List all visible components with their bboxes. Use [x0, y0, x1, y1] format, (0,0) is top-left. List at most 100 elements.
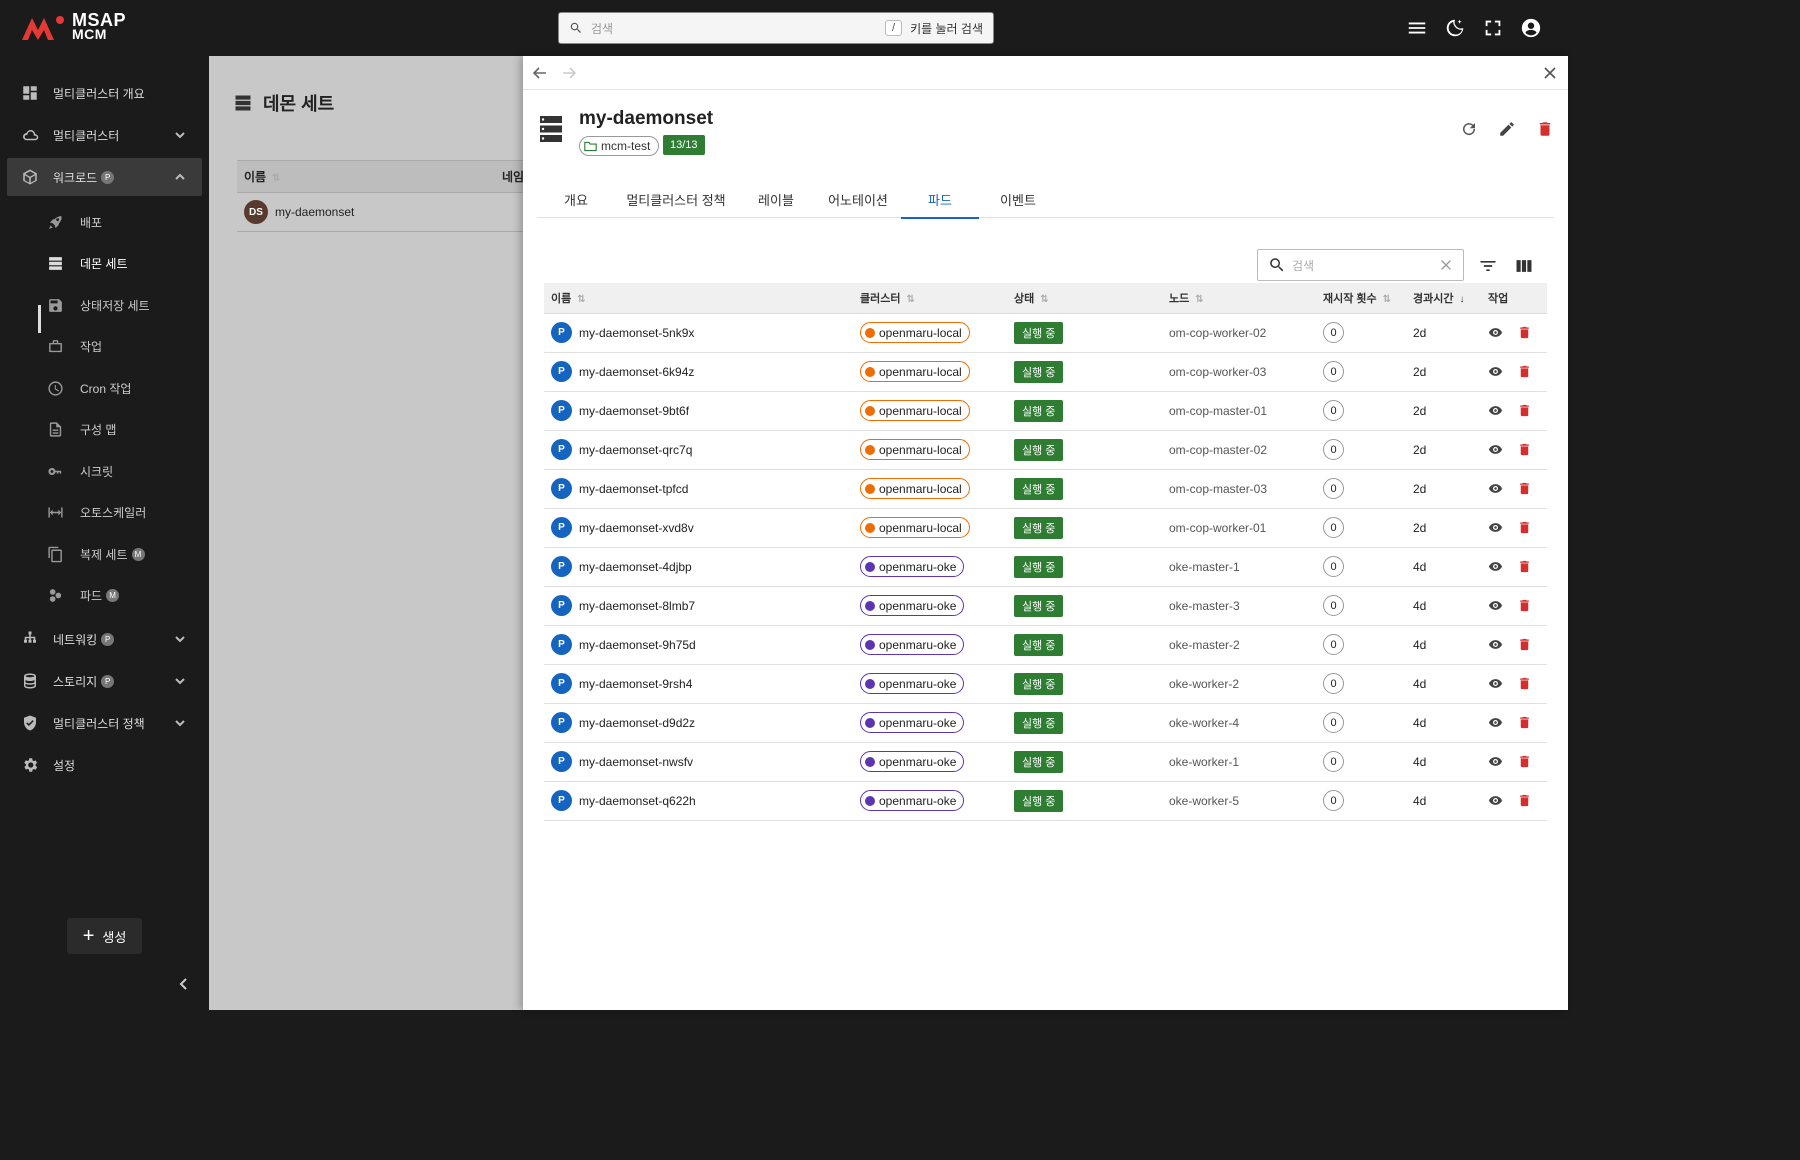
column-namespace-header[interactable]: 네임 [502, 168, 524, 185]
forward-arrow-icon[interactable] [561, 65, 577, 81]
sidebar-item-networking[interactable]: 네트워킹 P [7, 620, 202, 658]
cluster-chip[interactable]: openmaru-local [860, 439, 970, 460]
view-icon[interactable] [1488, 598, 1503, 613]
sidebar-item-autoscaler[interactable]: 오토스케일러 [47, 496, 146, 528]
view-icon[interactable] [1488, 715, 1503, 730]
tab-multicluster-policy[interactable]: 멀티클러스터 정책 [615, 180, 737, 218]
view-icon[interactable] [1488, 637, 1503, 652]
cluster-chip[interactable]: openmaru-oke [860, 712, 965, 733]
delete-icon[interactable] [1536, 120, 1554, 138]
column-name-header[interactable]: 이름 ⇅ [244, 168, 502, 185]
column-node-header[interactable]: 노드 ⇅ [1162, 283, 1316, 314]
sidebar-item-workload[interactable]: 워크로드 P [7, 158, 202, 196]
table-row[interactable]: Pmy-daemonset-tpfcd openmaru-local 실행 중 … [544, 469, 1547, 509]
cluster-chip[interactable]: openmaru-local [860, 400, 970, 421]
sidebar-item-cronjob[interactable]: Cron 작업 [47, 372, 131, 404]
view-icon[interactable] [1488, 793, 1503, 808]
table-row[interactable]: Pmy-daemonset-q622h openmaru-oke 실행 중 ok… [544, 781, 1547, 821]
column-age-header[interactable]: 경과시간 ↓ [1406, 283, 1481, 314]
view-icon[interactable] [1488, 325, 1503, 340]
table-row[interactable]: Pmy-daemonset-9bt6f openmaru-local 실행 중 … [544, 391, 1547, 431]
table-row[interactable]: Pmy-daemonset-nwsfv openmaru-oke 실행 중 ok… [544, 742, 1547, 782]
close-icon[interactable] [1542, 65, 1558, 81]
edit-icon[interactable] [1498, 120, 1516, 138]
sidebar-item-settings[interactable]: 설정 [7, 746, 202, 784]
delete-icon[interactable] [1517, 403, 1532, 418]
logo[interactable]: MSAP MCM [20, 11, 126, 42]
delete-icon[interactable] [1517, 754, 1532, 769]
table-row[interactable]: Pmy-daemonset-9h75d openmaru-oke 실행 중 ok… [544, 625, 1547, 665]
table-row[interactable]: Pmy-daemonset-6k94z openmaru-local 실행 중 … [544, 352, 1547, 392]
pod-name[interactable]: my-daemonset-q622h [579, 794, 696, 808]
dark-mode-icon[interactable] [1444, 17, 1466, 39]
pod-search-input[interactable]: 검색 [1257, 249, 1464, 281]
cluster-chip[interactable]: openmaru-local [860, 478, 970, 499]
tab-events[interactable]: 이벤트 [979, 180, 1057, 218]
tab-overview[interactable]: 개요 [537, 180, 615, 218]
pod-name[interactable]: my-daemonset-xvd8v [579, 521, 694, 535]
delete-icon[interactable] [1517, 598, 1532, 613]
view-icon[interactable] [1488, 559, 1503, 574]
create-button[interactable]: + 생성 [67, 918, 142, 954]
pod-name[interactable]: my-daemonset-d9d2z [579, 716, 695, 730]
namespace-chip[interactable]: mcm-test [579, 136, 660, 156]
cluster-chip[interactable]: openmaru-oke [860, 634, 965, 655]
view-icon[interactable] [1488, 481, 1503, 496]
cluster-chip[interactable]: openmaru-oke [860, 751, 965, 772]
column-cluster-header[interactable]: 클러스터 ⇅ [853, 283, 1007, 314]
delete-icon[interactable] [1517, 325, 1532, 340]
column-status-header[interactable]: 상태 ⇅ [1007, 283, 1162, 314]
pod-name[interactable]: my-daemonset-9rsh4 [579, 677, 692, 691]
pod-name[interactable]: my-daemonset-qrc7q [579, 443, 692, 457]
tab-annotations[interactable]: 어노테이션 [815, 180, 901, 218]
sidebar-item-job[interactable]: 작업 [47, 330, 102, 362]
cluster-chip[interactable]: openmaru-local [860, 361, 970, 382]
table-row[interactable]: Pmy-daemonset-9rsh4 openmaru-oke 실행 중 ok… [544, 664, 1547, 704]
view-icon[interactable] [1488, 442, 1503, 457]
sidebar-item-storage[interactable]: 스토리지 P [7, 662, 202, 700]
delete-icon[interactable] [1517, 793, 1532, 808]
sidebar-item-daemonset[interactable]: 데몬 세트 [47, 247, 128, 279]
global-search-input[interactable]: 검색 / 키를 눌러 검색 [558, 12, 994, 44]
account-icon[interactable] [1520, 17, 1542, 39]
delete-icon[interactable] [1517, 520, 1532, 535]
pod-name[interactable]: my-daemonset-6k94z [579, 365, 694, 379]
sidebar-item-secret[interactable]: 시크릿 [47, 455, 113, 487]
sidebar-item-statefulset[interactable]: 상태저장 세트 [47, 289, 150, 321]
columns-icon[interactable] [1514, 256, 1534, 276]
fullscreen-icon[interactable] [1482, 17, 1504, 39]
cluster-chip[interactable]: openmaru-local [860, 517, 970, 538]
clear-icon[interactable] [1439, 258, 1453, 272]
delete-icon[interactable] [1517, 637, 1532, 652]
view-icon[interactable] [1488, 364, 1503, 379]
pod-name[interactable]: my-daemonset-nwsfv [579, 755, 693, 769]
column-name-header[interactable]: 이름 ⇅ [544, 283, 853, 314]
view-icon[interactable] [1488, 676, 1503, 691]
tab-labels[interactable]: 레이블 [737, 180, 815, 218]
table-row[interactable]: DS my-daemonset [237, 193, 527, 232]
filter-icon[interactable] [1478, 256, 1498, 276]
cluster-chip[interactable]: openmaru-oke [860, 595, 965, 616]
pod-name[interactable]: my-daemonset-4djbp [579, 560, 692, 574]
menu-icon[interactable] [1406, 17, 1428, 39]
refresh-icon[interactable] [1460, 120, 1478, 138]
pod-name[interactable]: my-daemonset-tpfcd [579, 482, 688, 496]
sidebar-item-pod[interactable]: 파드 M [47, 579, 120, 611]
delete-icon[interactable] [1517, 442, 1532, 457]
pod-name[interactable]: my-daemonset-9bt6f [579, 404, 689, 418]
sidebar-item-multicluster[interactable]: 멀티클러스터 [7, 116, 202, 154]
pod-name[interactable]: my-daemonset-5nk9x [579, 326, 694, 340]
sidebar-item-multicluster-policy[interactable]: 멀티클러스터 정책 [7, 704, 202, 742]
sidebar-item-multicluster-overview[interactable]: 멀티클러스터 개요 [7, 74, 202, 112]
delete-icon[interactable] [1517, 364, 1532, 379]
table-row[interactable]: Pmy-daemonset-8lmb7 openmaru-oke 실행 중 ok… [544, 586, 1547, 626]
pod-name[interactable]: my-daemonset-8lmb7 [579, 599, 695, 613]
table-row[interactable]: Pmy-daemonset-4djbp openmaru-oke 실행 중 ok… [544, 547, 1547, 587]
tab-pods[interactable]: 파드 [901, 180, 979, 219]
table-row[interactable]: Pmy-daemonset-qrc7q openmaru-local 실행 중 … [544, 430, 1547, 470]
back-arrow-icon[interactable] [532, 65, 548, 81]
collapse-sidebar-icon[interactable] [176, 976, 192, 992]
pod-name[interactable]: my-daemonset-9h75d [579, 638, 696, 652]
table-row[interactable]: Pmy-daemonset-xvd8v openmaru-local 실행 중 … [544, 508, 1547, 548]
cluster-chip[interactable]: openmaru-oke [860, 790, 965, 811]
